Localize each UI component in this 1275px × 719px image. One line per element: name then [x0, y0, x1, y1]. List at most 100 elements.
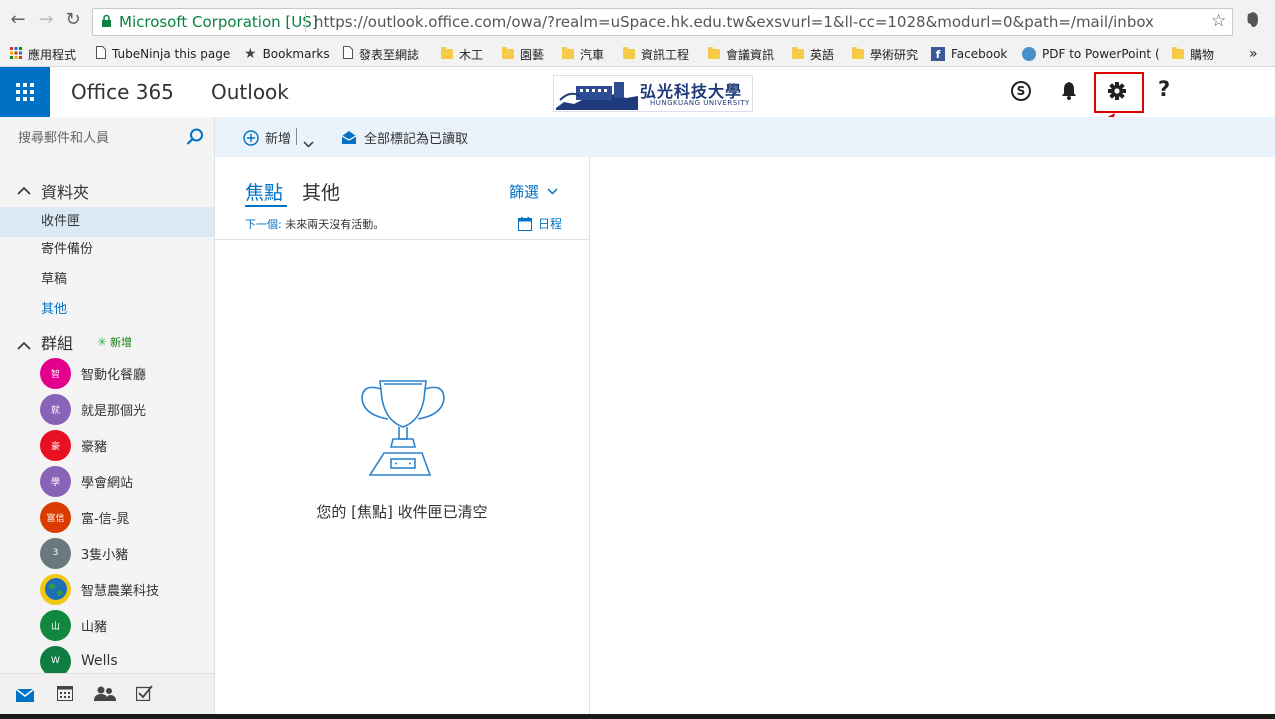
site-identity: Microsoft Corporation [US] [119, 13, 318, 31]
app-title[interactable]: Outlook [211, 80, 289, 104]
bell-icon[interactable] [1061, 81, 1077, 104]
search-box[interactable]: 搜尋郵件和人員 [0, 117, 214, 155]
group-avatar: 就 [40, 393, 71, 425]
bookmark-folder-cs[interactable]: 資訊工程 [623, 44, 689, 64]
folder-icon [1172, 47, 1184, 59]
folder-icon [708, 47, 720, 59]
divider [215, 239, 589, 240]
bookmark-bookmarks[interactable]: ★ Bookmarks [244, 44, 330, 64]
globe-icon [44, 578, 67, 600]
command-bar: 新增 全部標記為已讀取 [215, 117, 1275, 157]
group-name: 豪豬 [81, 439, 108, 455]
agenda-peek[interactable]: 下一個: 未來兩天沒有活動。 [245, 216, 384, 232]
bookmark-label: 會議資訊 [726, 47, 775, 62]
group-name: 富-信-晁 [81, 511, 130, 527]
bookmark-facebook[interactable]: f Facebook [931, 44, 1007, 64]
evernote-icon[interactable] [1245, 11, 1261, 29]
group-avatar: 學 [40, 465, 71, 497]
url-text: https://outlook.office.com/owa/?realm=uS… [314, 13, 1154, 31]
group-item[interactable]: 3 3隻小豬 [40, 537, 128, 569]
folder-other[interactable]: 其他 [0, 295, 214, 325]
group-item[interactable]: 智 智動化餐廳 [40, 357, 146, 389]
people-icon[interactable] [94, 686, 116, 705]
groups-collapse-icon[interactable] [17, 335, 31, 354]
bookmarks-more[interactable]: » [1249, 44, 1258, 64]
bookmark-label: Facebook [951, 47, 1008, 61]
page-icon [96, 46, 106, 62]
bookmark-folder-shopping[interactable]: 購物 [1172, 44, 1214, 64]
open-envelope-icon [341, 131, 357, 144]
groups-heading[interactable]: 群組 [41, 330, 73, 354]
forward-icon[interactable]: → [36, 10, 56, 30]
group-name: 智動化餐廳 [81, 367, 147, 383]
bookmark-label: TubeNinja this page [112, 47, 231, 61]
browser-toolbar: ← → ↻ Microsoft Corporation [US] https:/… [0, 0, 1275, 40]
search-icon[interactable] [186, 128, 204, 150]
bookmark-tubeninja[interactable]: TubeNinja this page [96, 44, 230, 64]
bookmark-folder-conference[interactable]: 會議資訊 [708, 44, 774, 64]
bookmark-label: 木工 [459, 47, 484, 62]
folder-icon [623, 47, 635, 59]
bookmark-blog[interactable]: 發表至網誌 [343, 44, 419, 64]
group-name: 3隻小豬 [81, 547, 129, 563]
app-launcher-button[interactable] [0, 67, 50, 117]
search-input[interactable]: 搜尋郵件和人員 [18, 127, 109, 146]
bookmark-apps[interactable]: 應用程式 [10, 44, 76, 64]
address-bar[interactable]: Microsoft Corporation [US] https://outlo… [92, 8, 1233, 36]
bookmark-folder-car[interactable]: 汽車 [562, 44, 604, 64]
filter-label: 篩選 [509, 183, 540, 201]
group-avatar: 3 [40, 537, 71, 569]
group-item[interactable]: 山 山豬 [40, 609, 107, 641]
bookmark-folder-english[interactable]: 英語 [792, 44, 834, 64]
group-name: 山豬 [81, 619, 108, 635]
group-avatar [40, 573, 71, 605]
filter-button[interactable]: 篩選 [509, 181, 558, 202]
gear-icon[interactable] [1107, 81, 1127, 105]
logo-subtitle: HUNGKUANG UNIVERSITY [650, 99, 750, 107]
left-navigation: 搜尋郵件和人員 資料夾 收件匣 寄件備份 草稿 其他 群組 ✳ 新增 智 智動化… [0, 117, 215, 714]
group-avatar: 富信 [40, 501, 71, 533]
page-icon [343, 46, 353, 62]
mark-all-read-button[interactable]: 全部標記為已讀取 [341, 128, 468, 147]
reload-icon[interactable]: ↻ [63, 10, 83, 30]
folders-heading[interactable]: 資料夾 [41, 179, 89, 203]
group-item[interactable]: 就 就是那個光 [40, 393, 146, 425]
divider [296, 128, 297, 145]
group-item[interactable]: 富信 富-信-晁 [40, 501, 129, 533]
folder-drafts[interactable]: 草稿 [0, 265, 214, 295]
skype-icon[interactable]: S [1011, 81, 1031, 101]
chevron-down-icon[interactable] [303, 133, 314, 152]
tab-other[interactable]: 其他 [302, 178, 340, 205]
folder-inbox[interactable]: 收件匣 [0, 207, 214, 237]
group-name: 學會網站 [81, 475, 134, 491]
calendar-link[interactable]: 日程 [518, 215, 562, 232]
plus-circle-icon [243, 129, 259, 146]
star-icon: ★ [244, 46, 257, 62]
bookmark-label: Bookmarks [262, 47, 330, 61]
folder-sent[interactable]: 寄件備份 [0, 235, 214, 265]
group-item[interactable]: 學 學會網站 [40, 465, 133, 497]
new-group-button[interactable]: ✳ 新增 [97, 334, 132, 350]
suite-title[interactable]: Office 365 [71, 80, 174, 104]
back-icon[interactable]: ← [8, 10, 28, 30]
group-name: 就是那個光 [81, 403, 147, 419]
bookmark-folder-garden[interactable]: 園藝 [502, 44, 544, 64]
bookmark-label: 英語 [810, 47, 835, 62]
bookmark-folder-research[interactable]: 學術研究 [852, 44, 918, 64]
bookmark-pdf-to-ppt[interactable]: PDF to PowerPoint ( [1022, 44, 1160, 64]
help-icon[interactable]: ? [1158, 77, 1170, 101]
bookmarks-bar: 應用程式 TubeNinja this page ★ Bookmarks 發表至… [0, 40, 1275, 67]
new-label: 新增 [265, 132, 292, 147]
bookmark-folder-woodwork[interactable]: 木工 [441, 44, 483, 64]
folder-icon [562, 47, 574, 59]
tasks-icon[interactable] [135, 685, 153, 705]
group-item[interactable]: 豪 豪豬 [40, 429, 107, 461]
mail-icon[interactable] [15, 687, 35, 706]
star-icon[interactable]: ☆ [1211, 11, 1226, 31]
tab-focused[interactable]: 焦點 [245, 178, 283, 205]
folders-collapse-icon[interactable] [17, 180, 31, 199]
bookmark-label: 汽車 [580, 47, 605, 62]
group-item[interactable]: 智慧農業科技 [40, 573, 159, 605]
calendar-icon[interactable] [57, 686, 73, 705]
new-message-button[interactable]: 新增 [243, 128, 291, 147]
